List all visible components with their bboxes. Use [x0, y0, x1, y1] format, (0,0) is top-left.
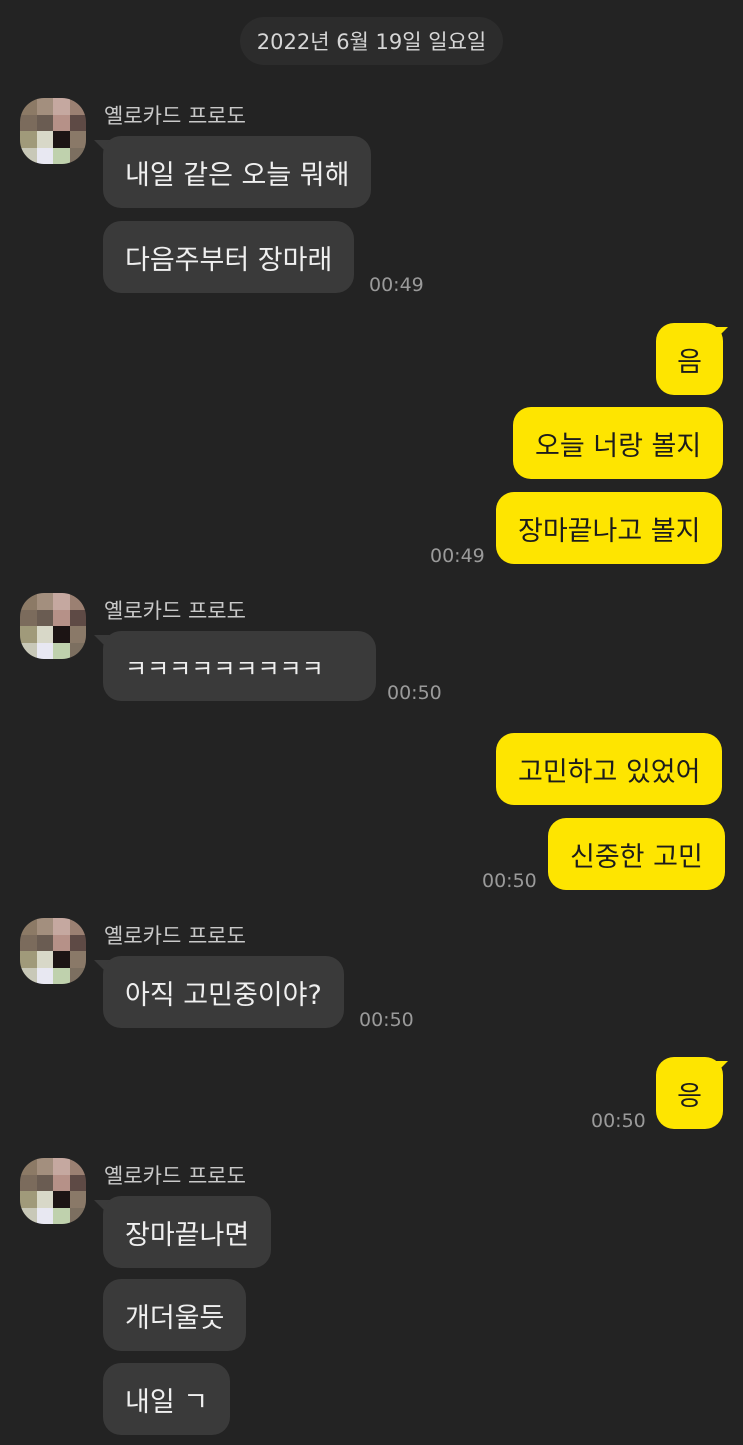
- incoming-message[interactable]: 개더울듯: [103, 1279, 247, 1351]
- timestamp: 00:49: [430, 545, 485, 567]
- timestamp: 00:50: [482, 870, 537, 892]
- avatar[interactable]: [20, 918, 86, 984]
- timestamp: 00:50: [359, 1009, 414, 1031]
- incoming-message[interactable]: 아직 고민중이야?: [103, 956, 344, 1028]
- avatar[interactable]: [20, 98, 86, 164]
- outgoing-message[interactable]: 고민하고 있었어: [496, 733, 723, 805]
- incoming-message[interactable]: 내일 같은 오늘 뭐해: [103, 136, 372, 208]
- sender-name: 옐로카드 프로도: [104, 599, 246, 623]
- incoming-message[interactable]: 다음주부터 장마래: [103, 221, 355, 293]
- sender-name: 옐로카드 프로도: [104, 104, 246, 128]
- incoming-message[interactable]: ㅋㅋㅋㅋㅋㅋㅋㅋㅋ: [103, 631, 376, 701]
- sender-name: 옐로카드 프로도: [104, 924, 246, 948]
- timestamp: 00:50: [387, 682, 442, 704]
- outgoing-message[interactable]: 신중한 고민: [548, 818, 725, 890]
- incoming-message[interactable]: 내일 ㄱ: [103, 1363, 231, 1435]
- avatar[interactable]: [20, 1158, 86, 1224]
- avatar[interactable]: [20, 593, 86, 659]
- outgoing-message[interactable]: 음: [656, 323, 723, 395]
- date-divider: 2022년 6월 19일 일요일: [240, 17, 503, 65]
- sender-name: 옐로카드 프로도: [104, 1164, 246, 1188]
- outgoing-message[interactable]: 오늘 너랑 볼지: [513, 407, 724, 479]
- timestamp: 00:49: [369, 274, 424, 296]
- timestamp: 00:50: [591, 1110, 646, 1132]
- incoming-message[interactable]: 장마끝나면: [103, 1196, 272, 1268]
- outgoing-message[interactable]: 응: [656, 1057, 723, 1129]
- outgoing-message[interactable]: 장마끝나고 볼지: [496, 492, 723, 564]
